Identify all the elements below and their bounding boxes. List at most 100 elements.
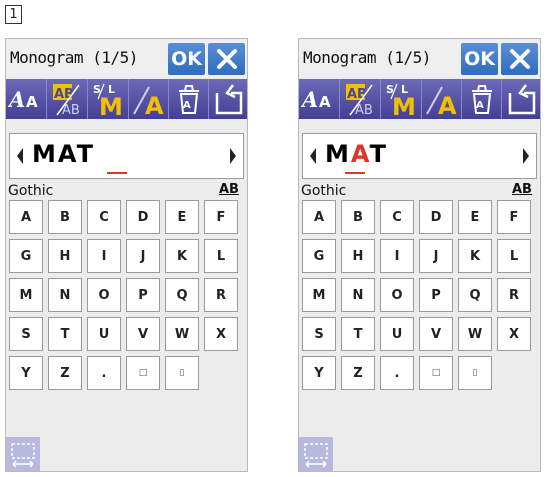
key-z[interactable]: Z [48,356,82,390]
key-o[interactable]: O [380,278,414,312]
key-c[interactable]: C [380,200,414,234]
key-narrow-space[interactable]: ▯ [165,356,199,390]
key-p[interactable]: P [126,278,160,312]
char-3: T [369,140,388,168]
key-y[interactable]: Y [302,356,336,390]
ok-button[interactable]: OK [461,43,498,75]
key-k[interactable]: K [165,239,199,273]
key-x[interactable]: X [204,317,238,351]
key-m[interactable]: M [302,278,336,312]
back-button[interactable] [208,79,247,119]
key-t[interactable]: T [48,317,82,351]
screen-title: Monogram (1/5) [303,48,431,67]
key-z[interactable]: Z [341,356,375,390]
arrow-left-icon[interactable] [308,146,318,166]
key-a[interactable]: A [302,200,336,234]
key-x[interactable]: X [497,317,531,351]
key-u[interactable]: U [380,317,414,351]
key-b[interactable]: B [48,200,82,234]
italic-button[interactable]: A [128,79,169,119]
key-r[interactable]: R [204,278,238,312]
key-e[interactable]: E [458,200,492,234]
key-space[interactable]: □ [419,356,453,390]
key-v[interactable]: V [419,317,453,351]
key-c[interactable]: C [87,200,121,234]
key-k[interactable]: K [458,239,492,273]
char-1: M [325,140,351,168]
layout-button[interactable] [6,437,40,471]
size-ab-icon[interactable]: AB [512,182,532,197]
key-n[interactable]: N [341,278,375,312]
size-button[interactable]: S L M [87,79,128,119]
key-y[interactable]: Y [9,356,43,390]
key-r[interactable]: R [497,278,531,312]
size-button[interactable]: S L M [380,79,421,119]
delete-button[interactable]: A [461,79,502,119]
svg-text:AB: AB [347,87,367,102]
svg-text:A: A [183,100,191,111]
key-w[interactable]: W [165,317,199,351]
close-button[interactable] [208,43,245,75]
frame-icon [11,443,35,468]
layout-button[interactable] [299,437,333,471]
font-style-button[interactable]: A A [6,79,46,119]
monogram-text-field[interactable]: MAT [9,133,244,179]
key-s[interactable]: S [302,317,336,351]
key-v[interactable]: V [126,317,160,351]
back-button[interactable] [501,79,540,119]
svg-text:M: M [99,93,123,117]
close-icon [510,49,530,69]
font-style-button[interactable]: A A [299,79,339,119]
key-e[interactable]: E [165,200,199,234]
key-j[interactable]: J [419,239,453,273]
key-d[interactable]: D [126,200,160,234]
key-l[interactable]: L [497,239,531,273]
key-l[interactable]: L [204,239,238,273]
key-h[interactable]: H [341,239,375,273]
monogram-text: MAT [32,140,95,168]
toolbar: A A AB AB S L M A A [299,79,540,119]
key-i[interactable]: I [380,239,414,273]
key-u[interactable]: U [87,317,121,351]
arrow-left-icon[interactable] [15,146,25,166]
key-q[interactable]: Q [458,278,492,312]
arrow-right-icon[interactable] [521,146,531,166]
key-o[interactable]: O [87,278,121,312]
font-name: Gothic [8,183,54,199]
key-f[interactable]: F [497,200,531,234]
key-j[interactable]: J [126,239,160,273]
char-1: M [32,140,58,168]
italic-button[interactable]: A [421,79,462,119]
letter-spacing-icon: AB AB [53,84,80,117]
key-b[interactable]: B [341,200,375,234]
char-2: A [57,140,77,168]
key-a[interactable]: A [9,200,43,234]
letter-spacing-button[interactable]: AB AB [339,79,380,119]
size-ab-icon[interactable]: AB [219,182,239,197]
delete-button[interactable]: A [168,79,209,119]
key-s[interactable]: S [9,317,43,351]
font-name: Gothic [301,183,347,199]
key-t[interactable]: T [341,317,375,351]
key-m[interactable]: M [9,278,43,312]
key-i[interactable]: I [87,239,121,273]
key-w[interactable]: W [458,317,492,351]
key-h[interactable]: H [48,239,82,273]
key-q[interactable]: Q [165,278,199,312]
key-d[interactable]: D [419,200,453,234]
key-period[interactable]: . [380,356,414,390]
monogram-text-field[interactable]: MAT [302,133,537,179]
ok-button[interactable]: OK [168,43,205,75]
monogram-text: MAT [325,140,388,168]
arrow-right-icon[interactable] [228,146,238,166]
key-f[interactable]: F [204,200,238,234]
close-button[interactable] [501,43,538,75]
key-period[interactable]: . [87,356,121,390]
key-n[interactable]: N [48,278,82,312]
key-space[interactable]: □ [126,356,160,390]
key-g[interactable]: G [302,239,336,273]
key-g[interactable]: G [9,239,43,273]
key-p[interactable]: P [419,278,453,312]
key-narrow-space[interactable]: ▯ [458,356,492,390]
letter-spacing-button[interactable]: AB AB [46,79,87,119]
